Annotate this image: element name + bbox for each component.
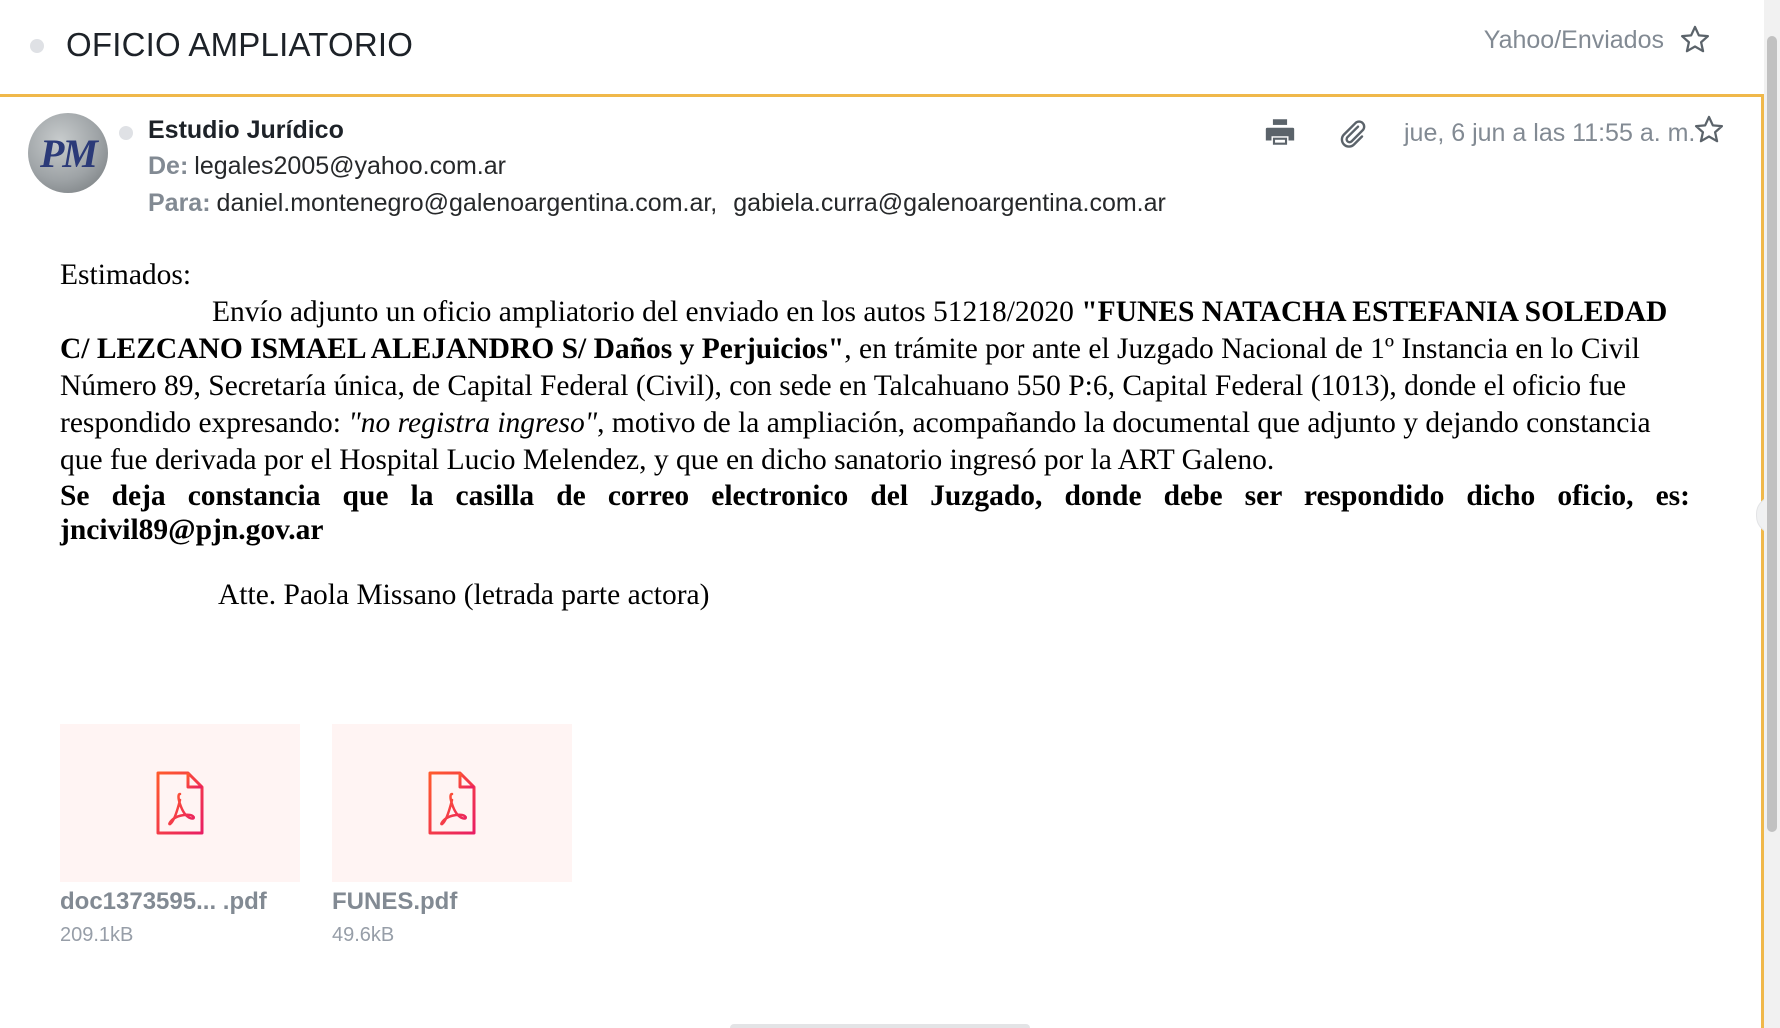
attachment-card[interactable]: FUNES.pdf 49.6kB [332, 724, 572, 947]
signature: Atte. Paola Missano (letrada parte actor… [218, 579, 710, 611]
star-icon[interactable] [1678, 23, 1712, 57]
from-address[interactable]: legales2005@yahoo.com.ar [194, 152, 506, 180]
quoted-response: "no registra ingreso" [348, 407, 598, 439]
greeting: Estimados: [60, 259, 192, 291]
from-label: De: [148, 152, 189, 180]
to-line: Para: daniel.montenegro@galenoargentina.c… [148, 189, 1166, 218]
vertical-scrollbar[interactable] [1764, 0, 1780, 1028]
attachment-size: 209.1kB [60, 924, 134, 946]
attachment-card[interactable]: doc1373595... .pdf 209.1kB [60, 724, 300, 947]
recipient-address[interactable]: daniel.montenegro@galenoargentina.com.ar… [217, 189, 718, 217]
read-status-dot[interactable] [119, 126, 133, 140]
attachment-name[interactable]: FUNES.pdf [332, 888, 572, 916]
message-date: jue, 6 jun a las 11:55 a. m. [1404, 119, 1696, 147]
sender-avatar[interactable]: PM [28, 113, 108, 193]
bottom-drag-handle[interactable] [730, 1024, 1030, 1028]
pdf-icon [156, 771, 204, 835]
attachment-size: 49.6kB [332, 924, 395, 946]
attachment-thumbnail[interactable] [60, 724, 300, 882]
paperclip-icon[interactable] [1336, 118, 1368, 150]
print-icon[interactable] [1262, 115, 1298, 149]
star-icon[interactable] [1692, 113, 1726, 147]
pdf-icon [428, 771, 476, 835]
unread-dot[interactable] [30, 39, 44, 53]
folder-breadcrumb[interactable]: Yahoo/Enviados [1484, 26, 1664, 55]
recipient-address[interactable]: gabiela.curra@galenoargentina.com.ar [733, 189, 1166, 217]
body-paragraph: Envío adjunto un oficio ampliatorio del … [60, 294, 1690, 479]
message-subject: OFICIO AMPLIATORIO [66, 26, 414, 63]
message-pane: PM Estudio Jurídico De: legales2005@yahoo… [0, 97, 1764, 1028]
notice-paragraph: Se deja constancia que la casilla de cor… [60, 480, 1690, 546]
message-body: Estimados: Envío adjunto un oficio ampli… [60, 257, 1690, 614]
from-line: De: legales2005@yahoo.com.ar [148, 152, 506, 181]
scrollbar-thumb[interactable] [1767, 36, 1777, 832]
attachment-thumbnail[interactable] [332, 724, 572, 882]
body-text: Envío adjunto un oficio ampliatorio del … [212, 296, 1082, 328]
sender-name[interactable]: Estudio Jurídico [148, 116, 344, 145]
message-header: OFICIO AMPLIATORIO Yahoo/Enviados [0, 0, 1764, 97]
attachment-name[interactable]: doc1373595... .pdf [60, 888, 300, 916]
to-label: Para: [148, 189, 211, 217]
